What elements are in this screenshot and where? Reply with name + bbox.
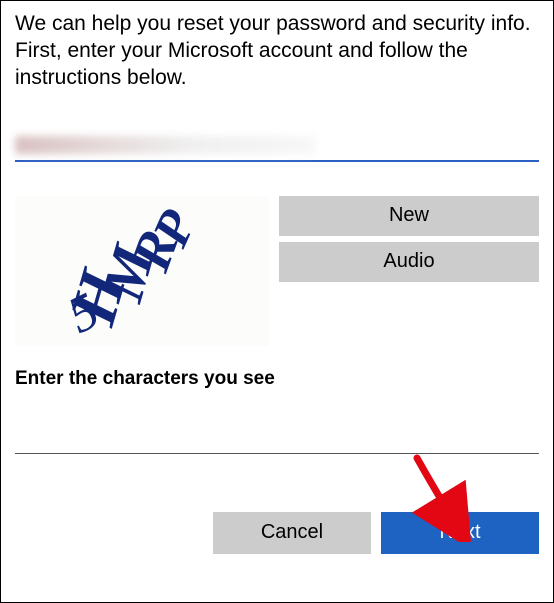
cancel-button[interactable]: Cancel — [213, 512, 371, 554]
captcha-new-button[interactable]: New — [279, 196, 539, 236]
captcha-input[interactable] — [15, 424, 539, 454]
email-field-row[interactable] — [15, 128, 539, 154]
footer-buttons: Cancel Next — [15, 512, 539, 554]
password-reset-dialog: We can help you reset your password and … — [0, 0, 554, 603]
captcha-row: 5 H M R P New Audio — [15, 196, 539, 346]
next-button[interactable]: Next — [381, 512, 539, 554]
instructions-text: We can help you reset your password and … — [15, 11, 539, 92]
captcha-audio-button[interactable]: Audio — [279, 242, 539, 282]
email-redacted-value — [15, 136, 315, 154]
email-underline — [15, 160, 539, 162]
captcha-image: 5 H M R P — [15, 196, 269, 346]
captcha-controls: New Audio — [279, 196, 539, 346]
captcha-prompt: Enter the characters you see — [15, 368, 539, 390]
